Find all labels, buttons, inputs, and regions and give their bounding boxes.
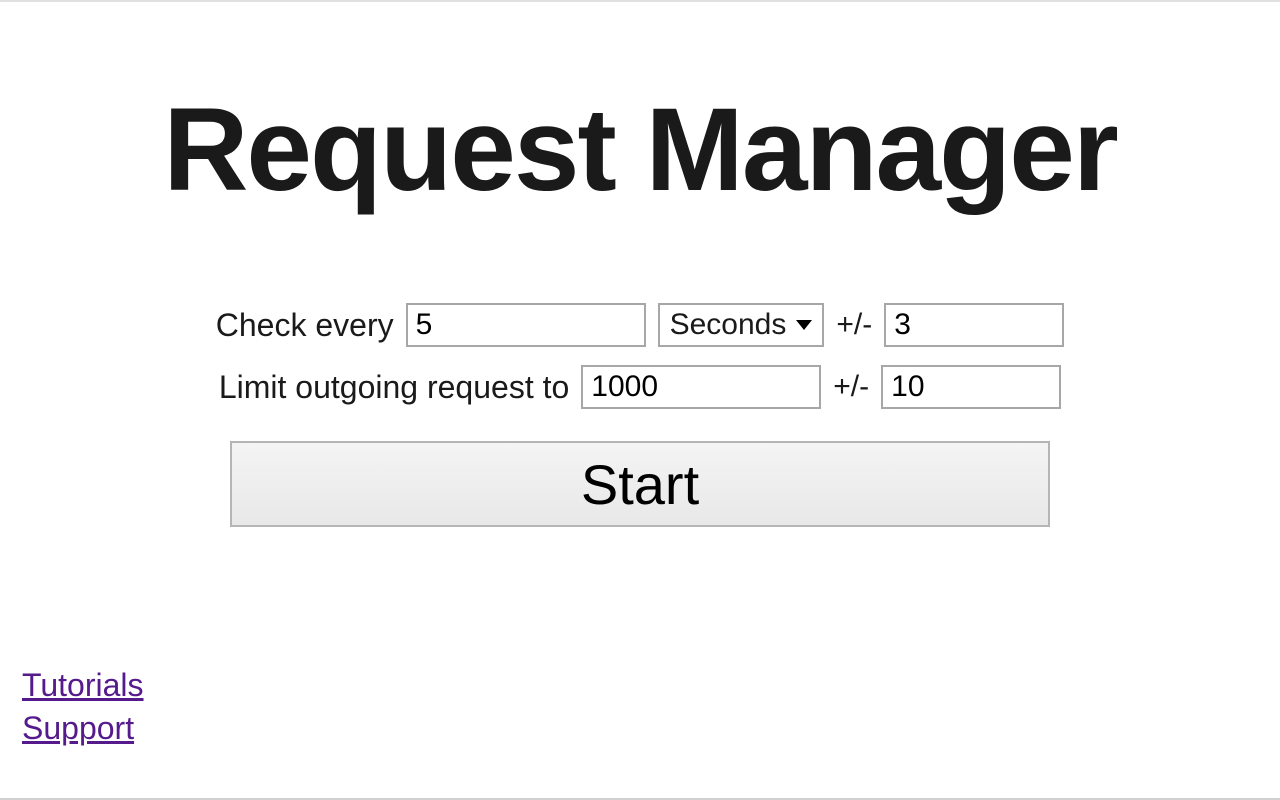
footer-links: Tutorials Support <box>22 664 144 750</box>
support-link[interactable]: Support <box>22 707 144 750</box>
limit-variance-input[interactable] <box>881 365 1061 409</box>
limit-label: Limit outgoing request to <box>219 369 569 406</box>
tutorials-link[interactable]: Tutorials <box>22 664 144 707</box>
check-variance-label: +/- <box>836 308 872 342</box>
check-every-label: Check every <box>216 307 394 344</box>
app-window: Request Manager Check every Seconds +/- … <box>0 0 1280 800</box>
time-unit-select[interactable]: Seconds <box>658 303 825 347</box>
start-button[interactable]: Start <box>230 441 1050 527</box>
limit-variance-label: +/- <box>833 370 869 404</box>
check-interval-input[interactable] <box>406 303 646 347</box>
limit-value-input[interactable] <box>581 365 821 409</box>
check-variance-input[interactable] <box>884 303 1064 347</box>
time-unit-selected-value: Seconds <box>670 308 787 342</box>
page-title: Request Manager <box>0 82 1280 218</box>
limit-row: Limit outgoing request to +/- <box>219 365 1061 409</box>
check-interval-row: Check every Seconds +/- <box>216 303 1064 347</box>
settings-form: Check every Seconds +/- Limit outgoing r… <box>0 303 1280 527</box>
chevron-down-icon <box>796 320 812 330</box>
